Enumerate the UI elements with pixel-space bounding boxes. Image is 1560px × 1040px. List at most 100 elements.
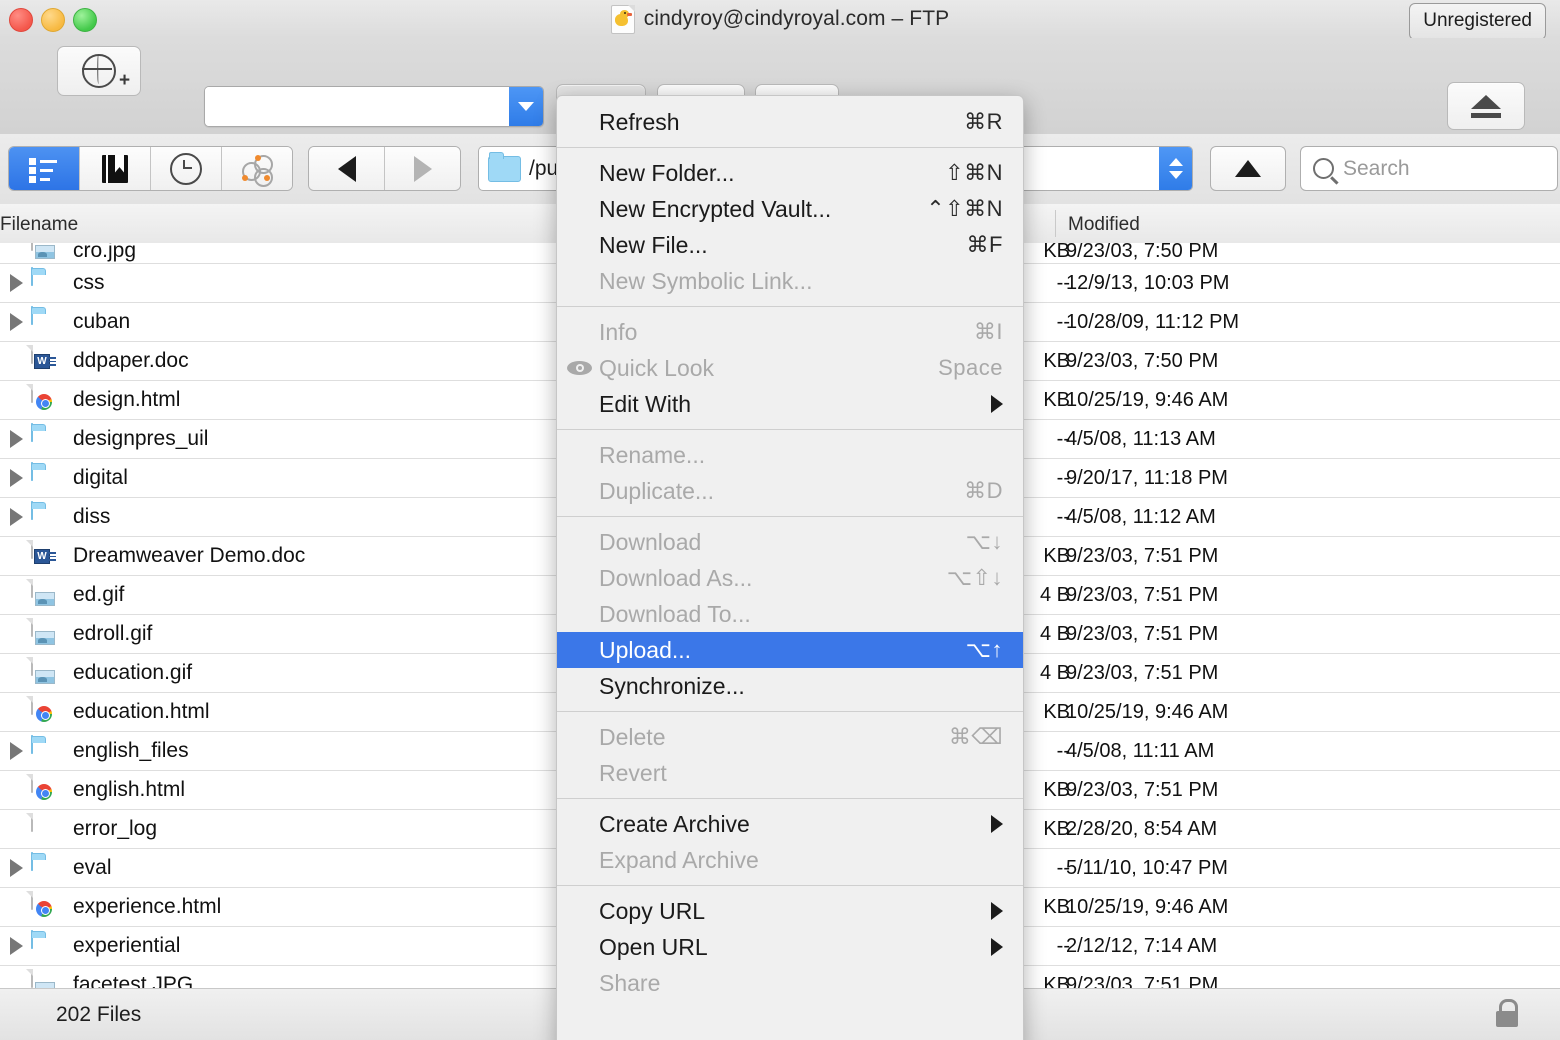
menu-item-shortcut: ⌘R [964,109,1003,135]
action-context-menu[interactable]: Refresh⌘RNew Folder...⇧⌘NNew Encrypted V… [556,95,1024,1040]
search-input[interactable]: Search [1300,146,1558,191]
file-modified: 4/5/08, 11:12 AM [1066,506,1216,529]
parent-directory-button[interactable] [1210,146,1286,191]
file-name: experiential [73,934,180,958]
chrome-file-icon [31,892,59,922]
path-value: /pu [529,157,558,181]
menu-item-copy-url[interactable]: Copy URL [557,893,1023,929]
menu-item-shortcut: ⌥↑ [966,637,1003,663]
menu-item-label: Revert [599,760,667,787]
menu-item-label: Download As... [599,565,752,592]
tab-connections[interactable] [222,147,292,190]
view-segmented-control[interactable] [8,146,293,191]
menu-item-new-folder[interactable]: New Folder...⇧⌘N [557,155,1023,191]
image-file-icon [31,658,59,688]
menu-separator [557,885,1023,886]
unregistered-badge[interactable]: Unregistered [1409,3,1546,40]
tab-history[interactable] [151,147,222,190]
file-modified: 9/23/03, 7:51 PM [1066,584,1218,607]
file-modified: 4/5/08, 11:13 AM [1066,428,1216,451]
quick-connect-dropdown-icon[interactable] [509,87,543,126]
file-name: experience.html [73,895,221,919]
file-name: edroll.gif [73,622,152,646]
clock-icon [170,153,202,185]
menu-item-rename: Rename... [557,437,1023,473]
file-name: education.gif [73,661,192,685]
menu-separator [557,516,1023,517]
menu-item-edit-with[interactable]: Edit With [557,386,1023,422]
image-file-icon [31,243,59,263]
submenu-arrow-icon [991,902,1003,920]
history-nav-group[interactable] [308,146,461,191]
forward-button[interactable] [384,147,460,190]
menu-item-label: Open URL [599,934,708,961]
quick-connect-input[interactable] [205,87,509,126]
maximize-button[interactable] [73,8,97,32]
disclosure-triangle-icon[interactable] [10,859,23,877]
tab-browser[interactable] [9,147,80,190]
submenu-arrow-icon [991,938,1003,956]
file-modified: 9/20/17, 11:18 PM [1066,467,1228,490]
globe-plus-icon [82,54,116,88]
image-file-icon [31,580,59,610]
tab-bookmarks[interactable] [80,147,151,190]
file-modified: 9/23/03, 7:51 PM [1066,662,1218,685]
path-stepper[interactable] [1159,147,1192,190]
word-file-icon: W [31,346,59,376]
menu-item-new-symbolic-link: New Symbolic Link... [557,263,1023,299]
file-modified: 10/25/19, 9:46 AM [1066,389,1228,412]
menu-separator [557,798,1023,799]
folder-icon [31,463,59,493]
disclosure-triangle-icon[interactable] [10,313,23,331]
file-name: design.html [73,388,180,412]
back-button[interactable] [309,147,384,190]
quick-connect-combo[interactable] [204,86,544,127]
connections-icon [242,155,272,183]
file-name: digital [73,466,128,490]
file-modified: 4/5/08, 11:11 AM [1066,740,1214,763]
eye-icon [567,361,592,375]
menu-item-label: Create Archive [599,811,750,838]
close-button[interactable] [9,8,33,32]
minimize-button[interactable] [41,8,65,32]
column-filename[interactable]: Filename [0,214,78,236]
browser-list-icon [29,157,59,181]
menu-item-shortcut: ⌘⌫ [949,724,1003,750]
menu-item-label: Upload... [599,637,691,664]
disclosure-triangle-icon[interactable] [10,469,23,487]
disclosure-triangle-icon[interactable] [10,508,23,526]
menu-item-new-encrypted-vault[interactable]: New Encrypted Vault...⌃⇧⌘N [557,191,1023,227]
menu-item-open-url[interactable]: Open URL [557,929,1023,965]
menu-item-label: Share [599,970,660,997]
forward-arrow-icon [414,156,432,182]
disclosure-triangle-icon[interactable] [10,274,23,292]
disclosure-triangle-icon[interactable] [10,742,23,760]
file-modified: 12/9/13, 10:03 PM [1066,272,1229,295]
menu-item-new-file[interactable]: New File...⌘F [557,227,1023,263]
search-icon [1313,158,1334,179]
menu-item-create-archive[interactable]: Create Archive [557,806,1023,842]
bookmark-icon [102,155,128,183]
file-modified: 9/23/03, 7:50 PM [1066,350,1218,373]
file-name: english.html [73,778,185,802]
menu-item-upload[interactable]: Upload... ⌥↑ [557,632,1023,668]
file-name: Dreamweaver Demo.doc [73,544,305,568]
menu-item-quick-look: Quick LookSpace [557,350,1023,386]
file-modified: 9/23/03, 7:51 PM [1066,545,1218,568]
menu-item-synchronize[interactable]: Synchronize... [557,668,1023,704]
file-modified: 9/23/03, 7:50 PM [1066,243,1218,263]
menu-item-label: New Encrypted Vault... [599,196,831,223]
menu-item-refresh[interactable]: Refresh⌘R [557,104,1023,140]
folder-icon [31,268,59,298]
open-connection-button[interactable]: + [57,46,141,96]
menu-item-expand-archive: Expand Archive [557,842,1023,878]
plain-file-icon [31,814,59,844]
disconnect-button[interactable] [1447,82,1525,130]
menu-item-download-as: Download As...⌥⇧↓ [557,560,1023,596]
disclosure-triangle-icon[interactable] [10,937,23,955]
folder-icon [31,502,59,532]
disclosure-triangle-icon[interactable] [10,430,23,448]
file-name: cuban [73,310,130,334]
column-modified[interactable]: Modified [1068,214,1140,236]
menu-item-label: Duplicate... [599,478,714,505]
